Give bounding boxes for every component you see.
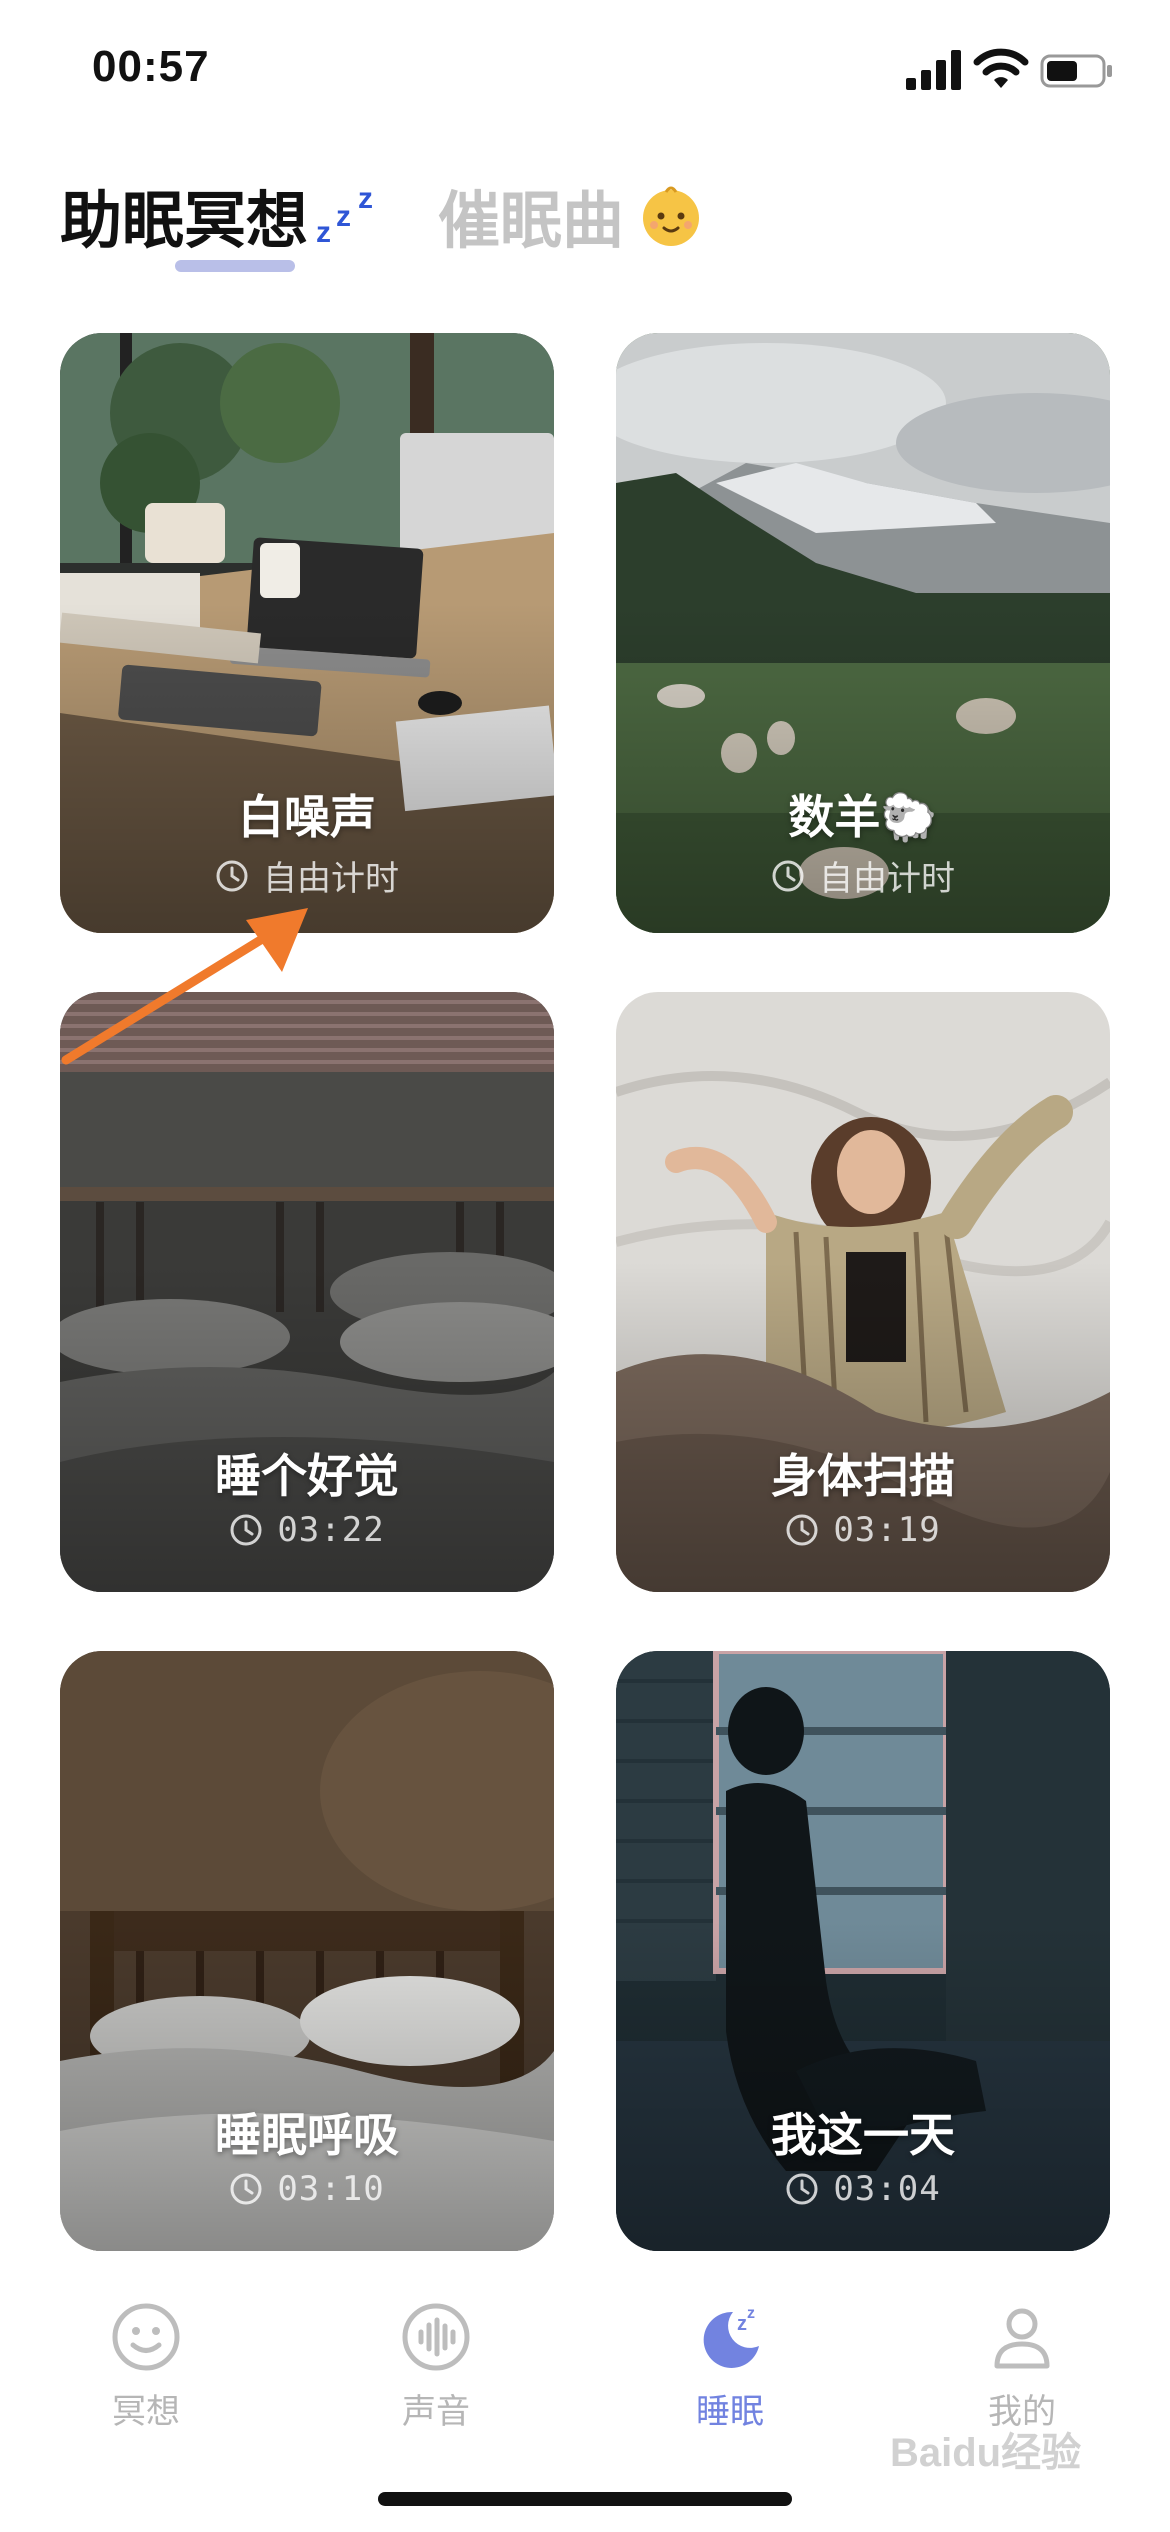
card-title: 我这一天	[771, 2108, 955, 2162]
card-duration: 03:19	[833, 1510, 941, 1550]
category-tabs: 助眠冥想 z z z 催眠曲	[0, 150, 1170, 280]
card-title: 数羊🐑	[788, 790, 938, 844]
battery-icon	[1040, 54, 1112, 88]
nav-label: 声音	[402, 2392, 470, 2432]
clock-icon	[786, 2173, 818, 2205]
card-duration: 03:10	[277, 2169, 385, 2209]
home-indicator[interactable]	[378, 2492, 792, 2506]
person-icon	[994, 2308, 1050, 2369]
soundwave-icon	[402, 2303, 470, 2371]
clock-icon	[786, 1514, 818, 1546]
card-body-scan[interactable]: 身体扫描 03:19	[616, 992, 1110, 1592]
baby-face-icon	[643, 186, 700, 246]
clock-icon	[230, 1514, 262, 1546]
nav-label: 睡眠	[696, 2392, 764, 2432]
status-time: 00:57	[92, 42, 210, 91]
clock-icon	[772, 860, 804, 891]
card-meta: 03:19	[616, 1510, 1110, 1550]
tab-lullaby[interactable]: 催眠曲	[438, 170, 706, 260]
card-title: 身体扫描	[771, 1449, 955, 1503]
tab-label: 助眠冥想	[60, 184, 309, 257]
watermark: Baidu经验	[890, 2431, 1082, 2475]
nav-sleep[interactable]: z z 睡眠	[630, 2300, 830, 2433]
card-duration: 自由计时	[819, 859, 955, 899]
wifi-icon	[973, 48, 1029, 88]
nav-meditation[interactable]: 冥想	[46, 2300, 246, 2433]
card-title: 睡眠呼吸	[215, 2108, 399, 2162]
svg-text:z: z	[336, 200, 351, 233]
card-meta: 03:22	[60, 1510, 554, 1550]
card-my-day[interactable]: 我这一天 03:04	[616, 1651, 1110, 2251]
smile-icon	[112, 2303, 180, 2371]
card-title: 睡个好觉	[215, 1449, 399, 1503]
svg-text:z: z	[316, 216, 331, 249]
card-meta: 自由计时	[616, 851, 1110, 900]
cellular-signal-icon	[906, 50, 961, 90]
nav-label: 冥想	[112, 2392, 180, 2432]
tab-label: 催眠曲	[438, 184, 625, 257]
nav-sound[interactable]: 声音	[336, 2300, 536, 2433]
svg-text:z: z	[747, 2305, 755, 2322]
card-duration: 03:04	[833, 2169, 941, 2209]
card-meta: 03:10	[60, 2169, 554, 2209]
active-tab-indicator	[175, 260, 295, 272]
card-duration: 03:22	[277, 1510, 385, 1550]
annotation-arrow	[61, 908, 308, 1065]
status-bar: 00:57	[0, 0, 1170, 150]
nav-profile[interactable]: 我的	[922, 2300, 1122, 2433]
svg-text:z: z	[737, 2313, 747, 2335]
card-title: 白噪声	[238, 790, 376, 844]
clock-icon	[216, 860, 248, 891]
clock-icon	[230, 2173, 262, 2205]
card-good-sleep[interactable]: 睡个好觉 03:22	[60, 992, 554, 1592]
moon-zz-icon: z z	[703, 2305, 759, 2368]
zzz-icon: z z z	[316, 182, 373, 249]
card-sleep-breathing[interactable]: 睡眠呼吸 03:10	[60, 1651, 554, 2251]
card-meta: 03:04	[616, 2169, 1110, 2209]
card-counting-sheep[interactable]: 数羊🐑 自由计时	[616, 333, 1110, 933]
tab-sleep-meditation[interactable]: 助眠冥想 z z z	[60, 170, 386, 260]
svg-text:z: z	[358, 182, 373, 215]
card-white-noise[interactable]: 白噪声 自由计时	[60, 333, 554, 933]
